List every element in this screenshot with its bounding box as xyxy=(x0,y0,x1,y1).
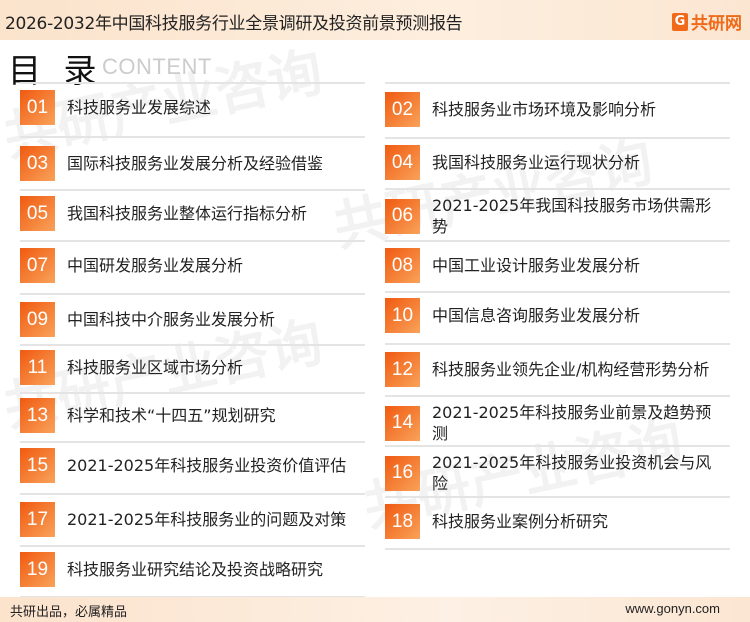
item-label: 科技服务业发展综述 xyxy=(67,98,212,117)
item-label: 科技服务业案例分析研究 xyxy=(432,512,609,531)
divider xyxy=(385,137,730,139)
toc-item[interactable]: 11 科技服务业区域市场分析 xyxy=(20,350,365,385)
toc-item[interactable]: 17 2021-2025年科技服务业的问题及对策 xyxy=(20,502,365,537)
divider xyxy=(20,189,365,191)
footer-slogan: 共研出品，必属精品 xyxy=(10,605,128,620)
item-number-badge: 05 xyxy=(20,196,55,231)
divider xyxy=(385,82,730,84)
item-label: 2021-2025年科技服务业投资价值评估 xyxy=(67,456,347,475)
toc-item[interactable]: 05 我国科技服务业整体运行指标分析 xyxy=(20,196,365,231)
divider xyxy=(20,344,365,346)
footer-url[interactable]: www.gonyn.com xyxy=(625,601,720,616)
item-number-badge: 10 xyxy=(385,298,420,333)
divider xyxy=(385,445,730,447)
item-number-badge: 09 xyxy=(20,302,55,337)
divider xyxy=(20,392,365,394)
brand-logo: G 共研网 xyxy=(672,9,742,34)
report-title: 2026-2032年中国科技服务行业全景调研及投资前景预测报告 xyxy=(5,14,463,34)
logo-text: 共研网 xyxy=(691,14,742,34)
item-number-badge: 17 xyxy=(20,502,55,537)
item-number-badge: 03 xyxy=(20,146,55,181)
item-label: 科技服务业领先企业/机构经营形势分析 xyxy=(432,360,710,379)
toc-item[interactable]: 04 我国科技服务业运行现状分析 xyxy=(385,145,730,180)
divider xyxy=(20,441,365,443)
item-label: 科技服务业研究结论及投资战略研究 xyxy=(67,560,324,579)
toc-item[interactable]: 03 国际科技服务业发展分析及经验借鉴 xyxy=(20,146,365,181)
item-number-badge: 08 xyxy=(385,248,420,283)
header-bar: 2026-2032年中国科技服务行业全景调研及投资前景预测报告 G 共研网 xyxy=(0,0,750,40)
item-number-badge: 04 xyxy=(385,145,420,180)
item-number-badge: 11 xyxy=(20,350,55,385)
item-number-badge: 06 xyxy=(385,198,420,234)
divider xyxy=(385,548,730,550)
logo-icon: G xyxy=(672,12,688,31)
item-label: 科技服务业区域市场分析 xyxy=(67,358,244,377)
toc-item[interactable]: 19 科技服务业研究结论及投资战略研究 xyxy=(20,552,365,587)
toc-item[interactable]: 16 2021-2025年科技服务业投资机会与风险 xyxy=(385,452,730,494)
toc-item[interactable]: 08 中国工业设计服务业发展分析 xyxy=(385,248,730,283)
item-label: 中国科技中介服务业发展分析 xyxy=(67,310,276,329)
item-label: 科学和技术“十四五”规划研究 xyxy=(67,406,276,425)
toc-item[interactable]: 12 科技服务业领先企业/机构经营形势分析 xyxy=(385,352,730,387)
item-number-badge: 12 xyxy=(385,352,420,387)
divider xyxy=(20,136,365,138)
item-number-badge: 15 xyxy=(20,448,55,483)
toc-item[interactable]: 02 科技服务业市场环境及影响分析 xyxy=(385,92,730,127)
item-number-badge: 16 xyxy=(385,455,420,491)
item-label: 国际科技服务业发展分析及经验借鉴 xyxy=(67,154,324,173)
divider xyxy=(385,291,730,293)
item-number-badge: 07 xyxy=(20,248,55,283)
divider xyxy=(385,395,730,397)
item-number-badge: 18 xyxy=(385,504,420,539)
item-label: 科技服务业市场环境及影响分析 xyxy=(432,100,657,119)
divider xyxy=(20,293,365,295)
divider xyxy=(385,343,730,345)
item-number-badge: 19 xyxy=(20,552,55,587)
item-label: 中国工业设计服务业发展分析 xyxy=(432,256,641,275)
toc-item[interactable]: 14 2021-2025年科技服务业前景及趋势预测 xyxy=(385,402,730,444)
item-label: 我国科技服务业整体运行指标分析 xyxy=(67,204,308,223)
divider xyxy=(20,82,365,84)
divider xyxy=(20,545,365,547)
footer-bar: 共研出品，必属精品 www.gonyn.com xyxy=(0,597,750,622)
toc-item[interactable]: 07 中国研发服务业发展分析 xyxy=(20,248,365,283)
item-label: 2021-2025年科技服务业投资机会与风险 xyxy=(432,453,712,493)
item-label: 2021-2025年科技服务业的问题及对策 xyxy=(67,510,347,529)
toc-item[interactable]: 06 2021-2025年我国科技服务市场供需形势 xyxy=(385,195,730,237)
item-label: 2021-2025年我国科技服务市场供需形势 xyxy=(432,196,712,236)
item-number-badge: 01 xyxy=(20,90,55,125)
toc-heading-en: CONTENT xyxy=(102,54,212,79)
item-label: 中国研发服务业发展分析 xyxy=(67,256,244,275)
item-number-badge: 14 xyxy=(385,405,420,441)
divider xyxy=(20,240,365,242)
item-number-badge: 13 xyxy=(20,398,55,433)
toc-item[interactable]: 18 科技服务业案例分析研究 xyxy=(385,504,730,539)
toc-item[interactable]: 10 中国信息咨询服务业发展分析 xyxy=(385,298,730,333)
item-label: 2021-2025年科技服务业前景及趋势预测 xyxy=(432,403,712,443)
divider xyxy=(385,240,730,242)
toc-heading: 目 录 xyxy=(8,51,103,90)
toc-item[interactable]: 01 科技服务业发展综述 xyxy=(20,90,365,125)
divider xyxy=(385,188,730,190)
toc-item[interactable]: 13 科学和技术“十四五”规划研究 xyxy=(20,398,365,433)
item-number-badge: 02 xyxy=(385,92,420,127)
toc-item[interactable]: 15 2021-2025年科技服务业投资价值评估 xyxy=(20,448,365,483)
divider xyxy=(385,496,730,498)
item-label: 我国科技服务业运行现状分析 xyxy=(432,153,641,172)
toc-item[interactable]: 09 中国科技中介服务业发展分析 xyxy=(20,302,365,337)
divider xyxy=(20,493,365,495)
item-label: 中国信息咨询服务业发展分析 xyxy=(432,306,641,325)
